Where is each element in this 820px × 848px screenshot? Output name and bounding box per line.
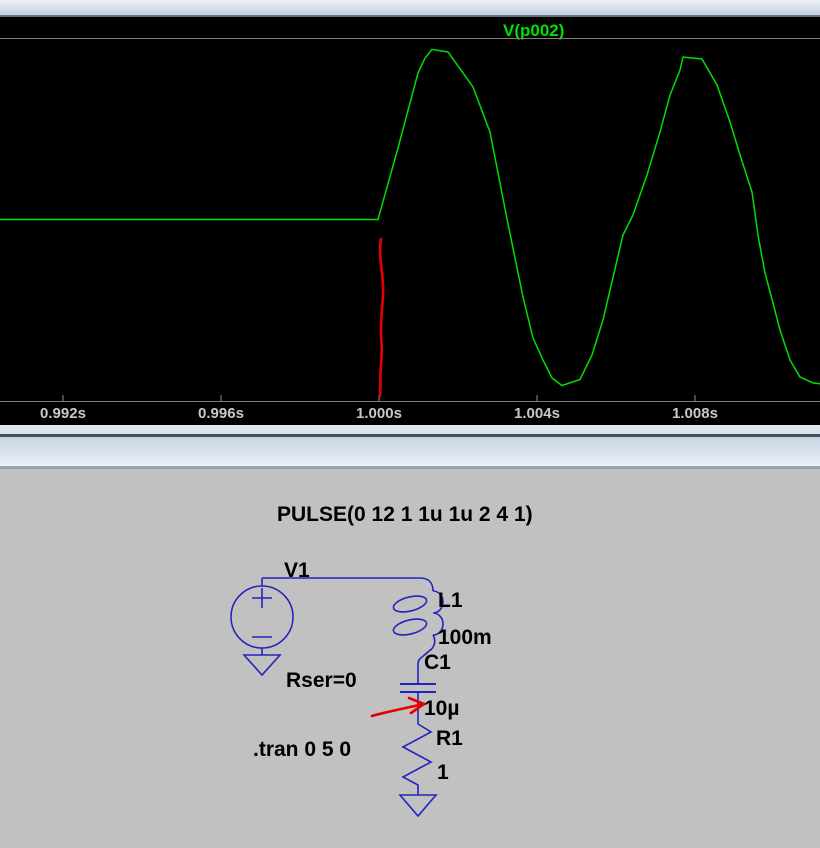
ltspice-window: { "window": { "plot_pane_bg": "#000000",…	[0, 0, 820, 848]
x-tick-label: 1.000s	[337, 405, 421, 422]
x-tick-label: 0.992s	[21, 405, 105, 422]
waveform-plot-window[interactable]: V(p002) 0.992s0.996s1.000s1.004s1.008s	[0, 17, 820, 425]
waveform-trace	[0, 49, 820, 385]
l1-value-label[interactable]: 100m	[438, 627, 492, 649]
annotation-red-arrow	[372, 698, 424, 716]
ground-symbol-r1[interactable]	[400, 795, 436, 816]
tran-directive-text[interactable]: .tran 0 5 0	[253, 739, 351, 761]
v1-ref-label[interactable]: V1	[284, 560, 310, 582]
waveform-plot-pane[interactable]	[0, 17, 820, 425]
v1-plus-sign	[252, 588, 272, 608]
schematic-canvas[interactable]: PULSE(0 12 1 1u 1u 2 4 1) V1 Rser=0 .tra…	[0, 469, 820, 848]
ground-symbol-v1[interactable]	[244, 655, 280, 675]
x-tick-label: 0.996s	[179, 405, 263, 422]
x-tick-label: 1.008s	[653, 405, 737, 422]
l1-ref-label[interactable]: L1	[438, 590, 463, 612]
r1-value-label[interactable]: 1	[437, 762, 449, 784]
trace-group	[0, 49, 820, 401]
window-chrome-top	[0, 0, 820, 17]
c1-ref-label[interactable]: C1	[424, 652, 451, 674]
x-tick-label: 1.004s	[495, 405, 579, 422]
status-strip	[0, 425, 820, 434]
window-splitter-bar[interactable]	[0, 437, 820, 466]
c1-value-label[interactable]: 10µ	[424, 698, 459, 720]
c1-capacitor-symbol[interactable]	[400, 684, 436, 692]
r1-ref-label[interactable]: R1	[436, 728, 463, 750]
v1-rser-text[interactable]: Rser=0	[286, 670, 357, 692]
annotation-red-line	[380, 239, 383, 396]
r1-resistor-symbol[interactable]	[403, 724, 431, 795]
v1-source-function-text[interactable]: PULSE(0 12 1 1u 1u 2 4 1)	[277, 504, 533, 526]
